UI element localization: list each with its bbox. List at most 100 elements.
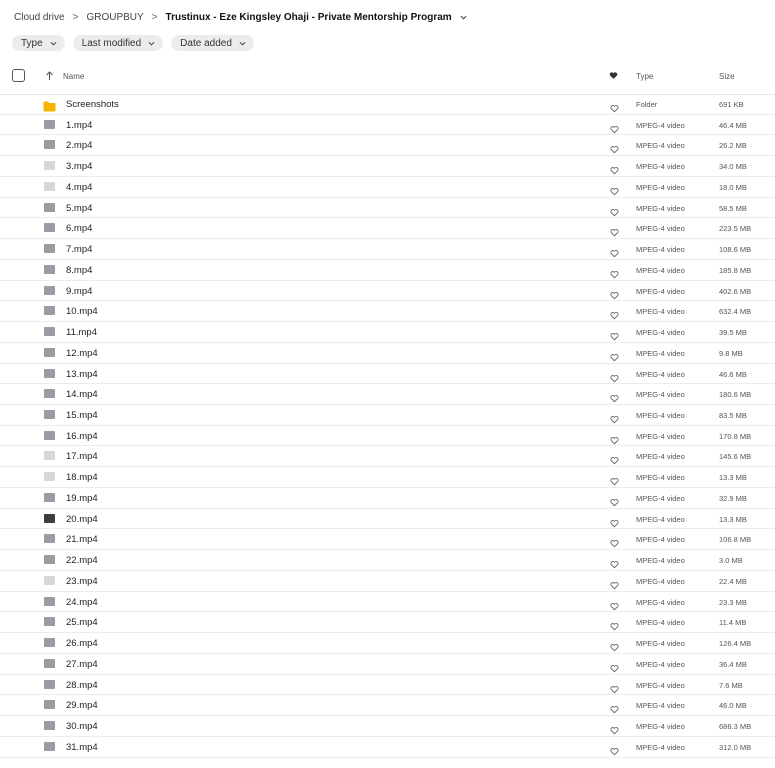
table-row[interactable]: 9.mp4 MPEG-4 video 402.6 MB [0, 281, 775, 302]
video-thumbnail-icon [44, 451, 55, 461]
video-thumbnail-icon [44, 492, 55, 502]
table-row[interactable]: 26.mp4 MPEG-4 video 126.4 MB [0, 633, 775, 654]
column-header-size[interactable]: Size [719, 72, 735, 81]
table-row[interactable]: 29.mp4 MPEG-4 video 46.0 MB [0, 695, 775, 717]
file-size: 106.8 MB [719, 535, 752, 545]
file-type: MPEG-4 video [636, 390, 685, 400]
select-all-checkbox[interactable] [12, 69, 25, 82]
file-name[interactable]: 24.mp4 [66, 597, 98, 608]
table-row[interactable]: 18.mp4 MPEG-4 video 13.3 MB [0, 467, 775, 488]
file-name[interactable]: 15.mp4 [66, 410, 98, 421]
table-row[interactable]: 31.mp4 MPEG-4 video 312.0 MB [0, 737, 775, 758]
table-row[interactable]: 5.mp4 MPEG-4 video 58.5 MB [0, 198, 775, 219]
file-name[interactable]: 30.mp4 [66, 721, 98, 732]
file-name[interactable]: 28.mp4 [66, 680, 98, 691]
file-type: MPEG-4 video [636, 224, 685, 234]
file-name[interactable]: 13.mp4 [66, 369, 98, 380]
file-size: 18.0 MB [719, 182, 747, 192]
file-name[interactable]: 23.mp4 [66, 576, 98, 587]
file-name[interactable]: 17.mp4 [66, 451, 98, 462]
table-row[interactable]: 20.mp4 MPEG-4 video 13.3 MB [0, 509, 775, 530]
filter-type[interactable]: Type [12, 35, 65, 51]
file-name[interactable]: 3.mp4 [66, 161, 92, 172]
table-row[interactable]: Screenshots Folder 691 KB [0, 94, 775, 115]
table-row[interactable]: 28.mp4 MPEG-4 video 7.6 MB [0, 675, 775, 696]
filter-last-modified[interactable]: Last modified [72, 35, 164, 51]
file-name[interactable]: 18.mp4 [66, 472, 98, 483]
file-size: 13.3 MB [719, 514, 747, 524]
table-row[interactable]: 1.mp4 MPEG-4 video 46.4 MB [0, 115, 775, 136]
table-row[interactable]: 8.mp4 MPEG-4 video 185.8 MB [0, 260, 775, 281]
filter-date-added[interactable]: Date added [171, 35, 254, 51]
file-name[interactable]: 14.mp4 [66, 389, 98, 400]
file-name[interactable]: 22.mp4 [66, 555, 98, 566]
file-size: 7.6 MB [719, 680, 743, 690]
heart-icon[interactable] [610, 743, 619, 761]
table-row[interactable]: 12.mp4 MPEG-4 video 9.8 MB [0, 343, 775, 364]
breadcrumb-cloud-drive[interactable]: Cloud drive [14, 12, 65, 23]
table-row[interactable]: 17.mp4 MPEG-4 video 145.6 MB [0, 446, 775, 468]
table-row[interactable]: 21.mp4 MPEG-4 video 106.8 MB [0, 529, 775, 551]
table-row[interactable]: 6.mp4 MPEG-4 video 223.5 MB [0, 218, 775, 240]
chevron-down-icon[interactable] [460, 14, 467, 21]
table-row[interactable]: 3.mp4 MPEG-4 video 34.0 MB [0, 156, 775, 177]
file-type: MPEG-4 video [636, 286, 685, 296]
table-row[interactable]: 30.mp4 MPEG-4 video 686.3 MB [0, 716, 775, 737]
table-row[interactable]: 11.mp4 MPEG-4 video 39.5 MB [0, 322, 775, 343]
file-name[interactable]: 6.mp4 [66, 223, 92, 234]
table-row[interactable]: 19.mp4 MPEG-4 video 32.9 MB [0, 488, 775, 509]
video-thumbnail-icon [44, 202, 55, 212]
table-row[interactable]: 22.mp4 MPEG-4 video 3.0 MB [0, 550, 775, 571]
table-row[interactable]: 10.mp4 MPEG-4 video 632.4 MB [0, 301, 775, 323]
file-name[interactable]: 16.mp4 [66, 431, 98, 442]
file-name[interactable]: 31.mp4 [66, 742, 98, 753]
file-name[interactable]: 29.mp4 [66, 700, 98, 711]
file-name[interactable]: 20.mp4 [66, 514, 98, 525]
table-row[interactable]: 2.mp4 MPEG-4 video 26.2 MB [0, 135, 775, 157]
file-name[interactable]: 21.mp4 [66, 534, 98, 545]
table-row[interactable]: 15.mp4 MPEG-4 video 83.5 MB [0, 405, 775, 426]
file-size: 13.3 MB [719, 473, 747, 483]
table-row[interactable]: 14.mp4 MPEG-4 video 180.6 MB [0, 384, 775, 406]
table-row[interactable]: 24.mp4 MPEG-4 video 23.3 MB [0, 592, 775, 613]
file-name[interactable]: 26.mp4 [66, 638, 98, 649]
table-row[interactable]: 25.mp4 MPEG-4 video 11.4 MB [0, 612, 775, 634]
file-size: 26.2 MB [719, 141, 747, 151]
file-type: MPEG-4 video [636, 162, 685, 172]
file-size: 58.5 MB [719, 203, 747, 213]
video-thumbnail-icon [44, 119, 55, 129]
file-name[interactable]: 1.mp4 [66, 120, 92, 131]
file-name[interactable]: 19.mp4 [66, 493, 98, 504]
file-name[interactable]: 4.mp4 [66, 182, 92, 193]
table-row[interactable]: 4.mp4 MPEG-4 video 18.0 MB [0, 177, 775, 198]
heart-filled-icon[interactable] [609, 71, 618, 80]
file-name[interactable]: 7.mp4 [66, 244, 92, 255]
chevron-down-icon [148, 41, 155, 46]
column-header-name[interactable]: Name [63, 72, 84, 81]
video-thumbnail-icon [44, 638, 55, 648]
breadcrumb-current-folder[interactable]: Trustinux - Eze Kingsley Ohaji - Private… [166, 12, 452, 23]
table-row[interactable]: 7.mp4 MPEG-4 video 108.6 MB [0, 239, 775, 260]
table-row[interactable]: 13.mp4 MPEG-4 video 46.6 MB [0, 364, 775, 385]
file-size: 170.8 MB [719, 431, 752, 441]
video-thumbnail-icon [44, 617, 55, 627]
file-name[interactable]: 5.mp4 [66, 203, 92, 214]
table-row[interactable]: 27.mp4 MPEG-4 video 36.4 MB [0, 654, 775, 675]
file-name[interactable]: 25.mp4 [66, 617, 98, 628]
video-thumbnail-icon [44, 721, 55, 731]
sort-arrow-up-icon[interactable] [45, 71, 54, 81]
file-name[interactable]: Screenshots [66, 99, 119, 110]
table-row[interactable]: 16.mp4 MPEG-4 video 170.8 MB [0, 426, 775, 447]
column-header-type[interactable]: Type [636, 72, 653, 81]
table-row[interactable]: 23.mp4 MPEG-4 video 22.4 MB [0, 571, 775, 592]
file-name[interactable]: 27.mp4 [66, 659, 98, 670]
video-thumbnail-icon [44, 555, 55, 565]
file-name[interactable]: 10.mp4 [66, 306, 98, 317]
file-name[interactable]: 9.mp4 [66, 286, 92, 297]
file-name[interactable]: 8.mp4 [66, 265, 92, 276]
file-type: MPEG-4 video [636, 535, 685, 545]
file-name[interactable]: 2.mp4 [66, 140, 92, 151]
file-name[interactable]: 11.mp4 [66, 327, 97, 338]
breadcrumb-groupbuy[interactable]: GROUPBUY [86, 12, 143, 23]
file-name[interactable]: 12.mp4 [66, 348, 98, 359]
